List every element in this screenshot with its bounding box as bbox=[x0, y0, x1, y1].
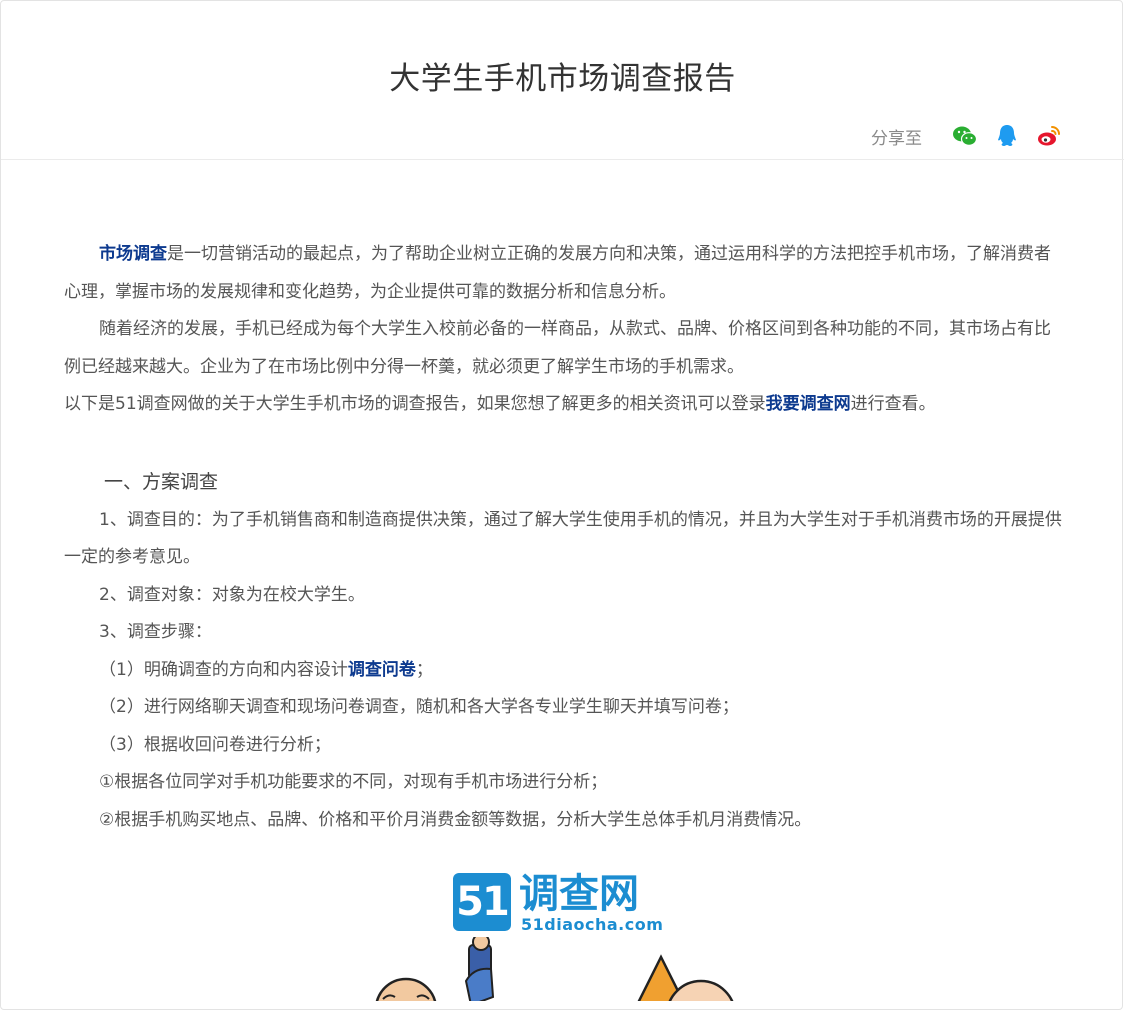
logo-name: 调查网 bbox=[519, 871, 639, 917]
article-card: 大学生手机市场调查报告 分享至 市场调查是一切营销活动的最起点，为了帮助企业树立… bbox=[0, 0, 1124, 1010]
survey-purpose: 1、调查目的：为了手机销售商和制造商提供决策，通过了解大学生使用手机的情况，并且… bbox=[64, 509, 1062, 568]
survey-sub-step-1: ①根据各位同学对手机功能要求的不同，对现有手机市场进行分析； bbox=[99, 772, 608, 792]
cartoon-illustration bbox=[375, 937, 734, 1001]
logo-mark: 51 bbox=[453, 873, 511, 931]
page-title: 大学生手机市场调查报告 bbox=[389, 61, 736, 97]
survey-site-link[interactable]: 我要调查网 bbox=[766, 394, 851, 414]
share-bar: 分享至 bbox=[871, 121, 1062, 151]
wechat-icon[interactable] bbox=[952, 123, 978, 149]
share-label: 分享至 bbox=[871, 128, 922, 149]
person-right-head bbox=[668, 979, 734, 1001]
intro-paragraph-3: 以下是51调查网做的关于大学生手机市场的调查报告，如果您想了解更多的相关资讯可以… bbox=[64, 394, 936, 414]
intro-paragraph-1: 市场调查是一切营销活动的最起点，为了帮助企业树立正确的发展方向和决策，通过运用科… bbox=[64, 244, 1051, 302]
article-body: 市场调查是一切营销活动的最起点，为了帮助企业树立正确的发展方向和决策，通过运用科… bbox=[64, 236, 1064, 839]
header-divider bbox=[1, 159, 1124, 160]
survey-sub-step-2: ②根据手机购买地点、品牌、价格和平价月消费金额等数据，分析大学生总体手机月消费情… bbox=[99, 809, 812, 830]
article-image: 51 调查网 51diaocha.com bbox=[241, 869, 881, 1001]
weibo-icon[interactable] bbox=[1036, 123, 1062, 149]
qq-icon[interactable] bbox=[994, 123, 1020, 149]
survey-step-1: （1）明确调查的方向和内容设计调查问卷； bbox=[99, 659, 433, 680]
survey-steps-heading: 3、调查步骤： bbox=[99, 622, 212, 642]
survey-step-2: （2）进行网络聊天调查和现场问卷调查，随机和各大学各专业学生聊天并填写问卷； bbox=[99, 697, 739, 717]
logo-domain: 51diaocha.com bbox=[521, 915, 664, 934]
survey-target: 2、调查对象：对象为在校大学生。 bbox=[99, 584, 365, 605]
questionnaire-link[interactable]: 调查问卷 bbox=[348, 660, 416, 680]
market-research-link[interactable]: 市场调查 bbox=[99, 244, 167, 264]
survey-step-3: （3）根据收回问卷进行分析； bbox=[99, 734, 331, 755]
intro-paragraph-2: 随着经济的发展，手机已经成为每个大学生入校前必备的一样商品，从款式、品牌、价格区… bbox=[64, 319, 1051, 377]
section-heading: 一、方案调查 bbox=[104, 470, 219, 493]
